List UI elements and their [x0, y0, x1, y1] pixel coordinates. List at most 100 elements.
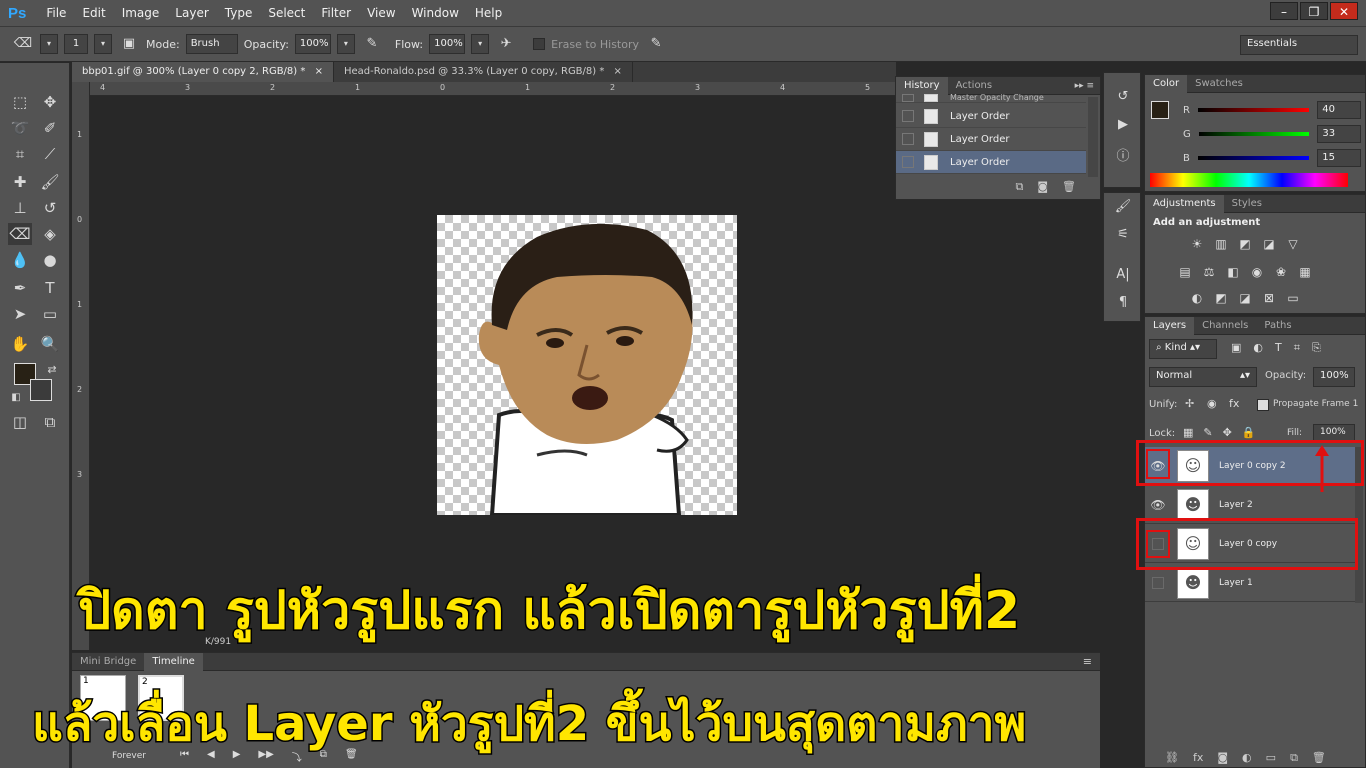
menu-image[interactable]: Image	[114, 6, 168, 20]
eyedropper-tool-icon[interactable]: ⟋	[38, 143, 62, 165]
lock-transparent-icon[interactable]: ▦	[1183, 426, 1193, 439]
photo-filter-icon[interactable]: ◉	[1249, 265, 1265, 279]
blur-tool-icon[interactable]: 💧	[8, 249, 32, 271]
curves-icon[interactable]: ◩	[1237, 237, 1253, 251]
unify-position-icon[interactable]: ✢	[1185, 397, 1194, 410]
stamp-tool-icon[interactable]: ⊥	[8, 197, 32, 219]
color-lookup-icon[interactable]: ▦	[1297, 265, 1313, 279]
layer-filter-kind-select[interactable]: ⌕ Kind ▴▾	[1149, 339, 1217, 359]
paint-bucket-tool-icon[interactable]: ◈	[38, 223, 62, 245]
panel-menu-icon[interactable]: ▸▸ ≡	[1075, 81, 1100, 91]
tab-bbp01[interactable]: bbp01.gif @ 300% (Layer 0 copy 2, RGB/8)…	[72, 62, 334, 82]
gradient-map-icon[interactable]: ▭	[1285, 291, 1301, 305]
new-fill-layer-icon[interactable]: ◐	[1242, 751, 1252, 765]
brush-tool-icon[interactable]: 🖌	[38, 171, 62, 193]
pressure-opacity-icon[interactable]: ✎	[361, 34, 383, 54]
threshold-icon[interactable]: ◪	[1237, 291, 1253, 305]
red-value-field[interactable]: 40	[1317, 101, 1361, 119]
type-tool-icon[interactable]: T	[38, 277, 62, 299]
unify-style-icon[interactable]: fx	[1229, 397, 1239, 410]
actions-panel-icon[interactable]: ▶	[1113, 117, 1133, 135]
tab-head-ronaldo[interactable]: Head-Ronaldo.psd @ 33.3% (Layer 0 copy, …	[334, 62, 633, 82]
close-tab-icon[interactable]: ×	[315, 66, 323, 77]
flow-field[interactable]: 100%	[429, 34, 466, 54]
healing-tool-icon[interactable]: ✚	[8, 171, 32, 193]
quick-select-tool-icon[interactable]: ✐	[38, 117, 62, 139]
history-snapshot-checkbox[interactable]	[902, 110, 914, 122]
color-balance-icon[interactable]: ⚖	[1201, 265, 1217, 279]
invert-icon[interactable]: ◐	[1189, 291, 1205, 305]
history-panel-icon[interactable]: ↺	[1113, 89, 1133, 107]
add-layer-style-icon[interactable]: fx	[1193, 751, 1203, 765]
screen-mode-icon[interactable]: ⧉	[38, 411, 62, 433]
layer-opacity-field[interactable]: 100%	[1313, 367, 1355, 387]
posterize-icon[interactable]: ◩	[1213, 291, 1229, 305]
blue-value-field[interactable]: 15	[1317, 149, 1361, 167]
new-group-icon[interactable]: ▭	[1266, 751, 1276, 765]
mode-select[interactable]: Brush	[185, 34, 238, 54]
history-brush-tool-icon[interactable]: ↺	[38, 197, 62, 219]
blue-slider[interactable]	[1197, 156, 1310, 160]
pen-tool-icon[interactable]: ✒	[8, 277, 32, 299]
blend-mode-select[interactable]: Normal ▴▾	[1149, 367, 1257, 387]
hue-saturation-icon[interactable]: ▤	[1177, 265, 1193, 279]
minimize-button[interactable]: –	[1270, 2, 1298, 20]
erase-to-history-checkbox[interactable]	[533, 38, 546, 50]
history-snapshot-checkbox[interactable]	[902, 133, 914, 145]
red-slider[interactable]	[1197, 108, 1310, 112]
lock-pixels-icon[interactable]: ✎	[1203, 426, 1212, 439]
paragraph-panel-icon[interactable]: ¶	[1113, 295, 1133, 313]
brush-panel-icon[interactable]: ▣	[118, 34, 140, 54]
menu-view[interactable]: View	[359, 6, 403, 20]
visibility-toggle-off[interactable]	[1152, 576, 1164, 589]
brush-size-dropdown[interactable]: ▾	[94, 34, 112, 54]
history-row-selected[interactable]: Layer Order	[896, 151, 1086, 174]
filter-type-icon[interactable]: T	[1275, 341, 1282, 355]
move-tool-icon[interactable]: ✥	[38, 91, 62, 113]
selective-color-icon[interactable]: ⊠	[1261, 291, 1277, 305]
color-fg-swatch[interactable]	[1151, 101, 1169, 119]
lock-all-icon[interactable]: 🔒	[1242, 426, 1256, 439]
propagate-frame-checkbox[interactable]	[1257, 399, 1269, 411]
brightness-icon[interactable]: ☀	[1189, 237, 1205, 251]
color-spectrum-bar[interactable]	[1150, 173, 1348, 187]
menu-filter[interactable]: Filter	[313, 6, 359, 20]
green-slider[interactable]	[1198, 132, 1310, 136]
tab-timeline[interactable]: Timeline	[144, 652, 203, 671]
close-tab-icon[interactable]: ×	[614, 66, 622, 77]
swap-colors-icon[interactable]: ⇄	[40, 359, 64, 381]
lasso-tool-icon[interactable]: ➰	[8, 117, 32, 139]
document-canvas-image[interactable]	[437, 215, 737, 515]
delete-layer-icon[interactable]: 🗑	[1312, 751, 1326, 765]
link-layers-icon[interactable]: ⛓	[1165, 751, 1179, 765]
rectangle-tool-icon[interactable]: ▭	[38, 303, 62, 325]
history-row[interactable]: Layer Order	[896, 105, 1086, 128]
opacity-field[interactable]: 100%	[294, 34, 331, 54]
pressure-size-icon[interactable]: ✎	[645, 34, 667, 54]
menu-layer[interactable]: Layer	[167, 6, 216, 20]
history-row[interactable]: Layer Order	[896, 128, 1086, 151]
filter-shape-icon[interactable]: ⌗	[1294, 341, 1300, 355]
exposure-icon[interactable]: ◪	[1261, 237, 1277, 251]
new-layer-icon[interactable]: ⧉	[1290, 751, 1298, 765]
eraser-preset-icon[interactable]: ⌫	[12, 34, 34, 54]
history-snapshot-checkbox[interactable]	[902, 94, 914, 102]
menu-type[interactable]: Type	[217, 6, 261, 20]
path-select-tool-icon[interactable]: ➤	[8, 303, 32, 325]
default-colors-icon[interactable]: ◧	[4, 387, 28, 409]
history-snapshot-checkbox[interactable]	[902, 156, 914, 168]
brush-presets-icon[interactable]: 🖌	[1113, 199, 1133, 217]
delete-state-icon[interactable]: 🗑	[1062, 180, 1076, 194]
green-value-field[interactable]: 33	[1317, 125, 1361, 143]
lock-position-icon[interactable]: ✥	[1223, 426, 1232, 439]
menu-file[interactable]: File	[38, 6, 74, 20]
vibrance-icon[interactable]: ▽	[1285, 237, 1301, 251]
tab-layers[interactable]: Layers	[1145, 316, 1195, 335]
crop-tool-icon[interactable]: ⌗	[8, 143, 32, 165]
history-row[interactable]: Master Opacity Change	[896, 91, 1086, 103]
tab-paths[interactable]: Paths	[1256, 317, 1299, 335]
menu-help[interactable]: Help	[467, 6, 510, 20]
menu-window[interactable]: Window	[404, 6, 467, 20]
new-document-from-state-icon[interactable]: ⧉	[1015, 180, 1023, 194]
flow-dropdown[interactable]: ▾	[471, 34, 490, 54]
